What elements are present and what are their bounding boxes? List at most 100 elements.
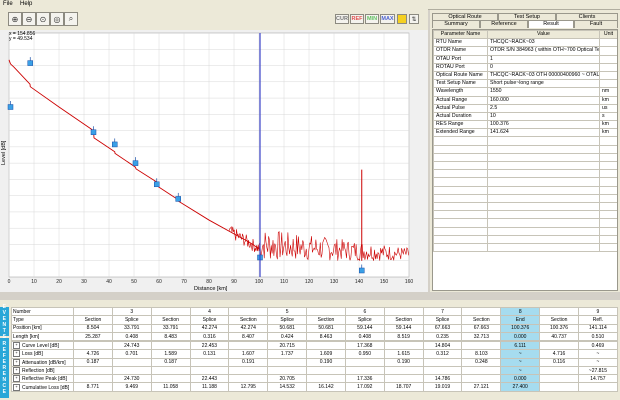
- event-marker[interactable]: [112, 141, 118, 148]
- reference-cell[interactable]: 0.131: [189, 349, 230, 359]
- event-cell[interactable]: Section: [461, 315, 502, 325]
- event-cell[interactable]: 32.713: [461, 331, 502, 342]
- event-cell[interactable]: Splice: [267, 315, 308, 325]
- tab-reference[interactable]: Reference: [480, 20, 528, 28]
- event-cell[interactable]: [150, 306, 191, 317]
- event-cell[interactable]: 8: [500, 306, 541, 317]
- reference-cell[interactable]: 8.771: [73, 382, 113, 392]
- header-unit[interactable]: Unit: [599, 30, 617, 40]
- event-marker[interactable]: [90, 129, 97, 135]
- reference-cell[interactable]: [539, 365, 579, 376]
- tab-result[interactable]: Result: [528, 20, 574, 28]
- event-cell[interactable]: 8.504: [73, 323, 113, 333]
- event-marker[interactable]: [7, 104, 14, 110]
- reference-cell[interactable]: [150, 374, 191, 384]
- event-cell[interactable]: Splice: [189, 315, 230, 325]
- reference-cell[interactable]: [150, 340, 191, 351]
- zoom-out-icon[interactable]: ⊖: [22, 12, 36, 26]
- reference-cell[interactable]: 22.453: [189, 340, 230, 351]
- reference-cell[interactable]: 17.368: [344, 340, 385, 351]
- event-cell[interactable]: 50.681: [306, 323, 346, 333]
- reference-cell[interactable]: ~27.815: [577, 365, 618, 376]
- reference-cell[interactable]: 0.190: [383, 357, 424, 367]
- event-cell[interactable]: [228, 306, 269, 317]
- event-marker[interactable]: [154, 181, 160, 188]
- reference-cell[interactable]: 1.737: [267, 349, 308, 359]
- parameter-row[interactable]: Extended Range 141.624 km: [433, 128, 617, 138]
- reference-cell[interactable]: [267, 357, 308, 367]
- event-marker[interactable]: [359, 267, 365, 274]
- event-cell[interactable]: [539, 306, 579, 317]
- reference-cell[interactable]: [189, 365, 230, 376]
- reference-cell[interactable]: [228, 365, 269, 376]
- parameter-row[interactable]: RES Range 100.376 km: [433, 120, 617, 130]
- event-cell[interactable]: [73, 306, 113, 317]
- reference-cell[interactable]: 27.121: [461, 382, 502, 392]
- event-cell[interactable]: [306, 306, 346, 317]
- reference-cell[interactable]: 0.187: [73, 357, 113, 367]
- reference-cell[interactable]: [306, 365, 346, 376]
- event-cell[interactable]: 5: [267, 306, 308, 317]
- reference-cell[interactable]: 0.248: [461, 357, 502, 367]
- reference-cell[interactable]: ~: [500, 365, 541, 376]
- reference-cell[interactable]: 24.730: [111, 374, 152, 384]
- reference-cell[interactable]: 20.715: [267, 340, 308, 351]
- zoom-fit-icon[interactable]: ⊙: [36, 12, 50, 26]
- min-trace-button[interactable]: MIN: [365, 14, 379, 24]
- event-cell[interactable]: [383, 306, 424, 317]
- reference-cell[interactable]: [73, 340, 113, 351]
- ref-trace-button[interactable]: REF: [350, 14, 364, 24]
- expand-icon[interactable]: +: [13, 375, 20, 382]
- reference-cell[interactable]: 0.000: [500, 374, 541, 384]
- header-parameter-name[interactable]: Parameter Name: [433, 30, 488, 40]
- event-cell[interactable]: 6: [344, 306, 385, 317]
- event-cell[interactable]: 8.463: [306, 331, 346, 342]
- event-cell[interactable]: 42.274: [189, 323, 230, 333]
- reference-cell[interactable]: 1.607: [228, 349, 269, 359]
- event-cell[interactable]: 59.144: [344, 323, 385, 333]
- event-cell[interactable]: 25.287: [73, 331, 113, 342]
- zoom-in-icon[interactable]: ⊕: [8, 12, 22, 26]
- parameter-row[interactable]: ROTAU Port 0: [433, 62, 617, 72]
- reference-cell[interactable]: [461, 340, 502, 351]
- event-cell[interactable]: 0.000: [500, 331, 541, 342]
- event-cell[interactable]: Section: [73, 315, 113, 325]
- menu-file[interactable]: File: [3, 0, 13, 8]
- header-value[interactable]: Value: [487, 30, 600, 40]
- reference-cell[interactable]: 6.111: [500, 340, 541, 351]
- event-cell[interactable]: 9: [577, 306, 618, 317]
- event-cell[interactable]: Section: [306, 315, 346, 325]
- parameter-row[interactable]: Optical Route Name THCQC~RACK~03 OTH 0000…: [433, 70, 617, 81]
- reference-cell[interactable]: 9.469: [111, 382, 152, 392]
- event-cell[interactable]: 33.791: [150, 323, 191, 333]
- reference-cell[interactable]: 0.191: [228, 357, 269, 367]
- reference-cell[interactable]: [422, 357, 463, 367]
- reference-cell[interactable]: 20.705: [267, 374, 308, 384]
- event-cell[interactable]: 33.791: [111, 323, 152, 333]
- reference-cell[interactable]: ~: [577, 349, 618, 359]
- event-cell[interactable]: 0.424: [267, 331, 308, 342]
- reference-cell[interactable]: [383, 365, 424, 376]
- reference-cell[interactable]: [577, 382, 618, 392]
- expand-icon[interactable]: +: [13, 342, 20, 349]
- event-cell[interactable]: 3: [111, 306, 152, 317]
- event-cell[interactable]: 67.663: [461, 323, 502, 333]
- reference-cell[interactable]: 11.058: [150, 382, 191, 392]
- reference-cell[interactable]: 14.804: [422, 340, 463, 351]
- expand-icon[interactable]: +: [13, 359, 20, 366]
- tab-summary[interactable]: Summary: [432, 20, 480, 28]
- parameter-row[interactable]: RTU Name THCQC~RACK~03: [433, 38, 617, 48]
- reference-cell[interactable]: [73, 365, 113, 376]
- reference-cell[interactable]: 27.400: [500, 382, 541, 392]
- parameter-row[interactable]: OTAU Port 1: [433, 54, 617, 64]
- reference-cell[interactable]: [344, 365, 385, 376]
- reference-cell[interactable]: 0.312: [422, 349, 463, 359]
- reference-cell[interactable]: [306, 374, 346, 384]
- parameter-row[interactable]: Actual Pulse 2.5 us: [433, 103, 617, 113]
- event-cell[interactable]: 100.376: [539, 323, 579, 333]
- settings-icon[interactable]: ⇅: [409, 14, 419, 24]
- reference-cell[interactable]: 17.092: [344, 382, 385, 392]
- reference-cell[interactable]: 4.726: [73, 349, 113, 359]
- reference-cell[interactable]: [73, 374, 113, 384]
- event-cell[interactable]: Splice: [422, 315, 463, 325]
